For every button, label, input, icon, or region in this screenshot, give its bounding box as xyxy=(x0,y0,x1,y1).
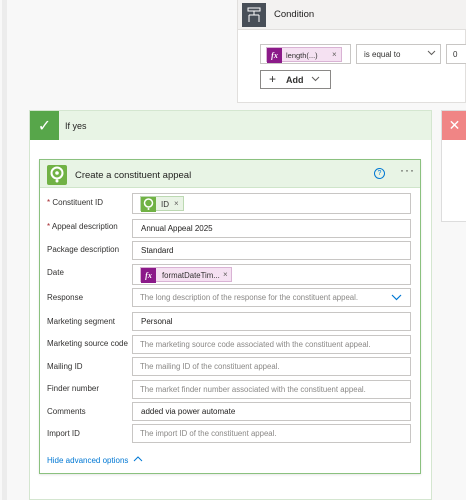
chevron-down-icon xyxy=(311,73,320,87)
token-label: formatDateTim... xyxy=(162,271,220,280)
action-header[interactable]: Create a constituent appeal ? ··· xyxy=(40,160,420,188)
link-label: Hide advanced options xyxy=(47,456,129,465)
condition-card: Condition fx length(...) × is equal to 0… xyxy=(237,0,466,103)
condition-icon xyxy=(242,3,266,27)
label-text: Appeal description xyxy=(51,222,118,231)
left-connector-line xyxy=(2,0,7,500)
appeal-description-field[interactable]: Annual Appeal 2025 xyxy=(132,219,411,238)
required-marker: * xyxy=(47,222,51,231)
field-placeholder: The marketing source code associated wit… xyxy=(140,340,371,349)
response-label: Response xyxy=(47,293,84,302)
condition-header[interactable]: Condition xyxy=(238,0,466,30)
expression-token[interactable]: fx length(...) × xyxy=(266,47,342,63)
comments-label: Comments xyxy=(47,407,86,416)
hide-advanced-options-link[interactable]: Hide advanced options xyxy=(47,455,143,465)
check-icon: ✓ xyxy=(30,111,59,140)
more-options-icon[interactable]: ··· xyxy=(400,163,415,177)
package-description-label: Package description xyxy=(47,245,120,254)
if-no-branch: ✕ xyxy=(441,110,466,222)
import-id-label: Import ID xyxy=(47,429,80,438)
chevron-down-icon xyxy=(391,293,402,304)
import-id-field[interactable]: The import ID of the constituent appeal. xyxy=(132,424,411,443)
comments-field[interactable]: added via power automate xyxy=(132,402,411,421)
marketing-segment-label: Marketing segment xyxy=(47,317,116,326)
field-value: Personal xyxy=(141,317,173,326)
label-text: Constituent ID xyxy=(52,198,104,207)
mailing-id-field[interactable]: The mailing ID of the constituent appeal… xyxy=(132,357,411,376)
finder-number-field[interactable]: The market finder number associated with… xyxy=(132,380,411,399)
blackbaud-token-icon xyxy=(141,197,156,212)
required-marker: * xyxy=(47,198,51,207)
finder-number-label: Finder number xyxy=(47,384,100,393)
blackbaud-connector-icon xyxy=(47,165,67,185)
field-placeholder: The long description of the response for… xyxy=(140,293,359,302)
chevron-down-icon xyxy=(427,48,436,59)
create-constituent-appeal-card: Create a constituent appeal ? ··· * Cons… xyxy=(39,159,421,474)
condition-left-operand[interactable]: fx length(...) × xyxy=(260,44,351,64)
operator-dropdown[interactable]: is equal to xyxy=(356,44,441,64)
help-icon[interactable]: ? xyxy=(374,168,385,179)
chevron-up-icon xyxy=(133,456,142,462)
condition-title: Condition xyxy=(274,9,315,20)
marketing-segment-field[interactable]: Personal xyxy=(132,312,411,331)
date-field[interactable]: fx formatDateTim... × xyxy=(132,264,411,285)
token-label: ID xyxy=(161,200,169,209)
token-remove-icon[interactable]: × xyxy=(223,270,228,279)
add-button[interactable]: + Add xyxy=(260,70,331,89)
constituent-id-label: * Constituent ID xyxy=(47,198,103,207)
date-label: Date xyxy=(47,268,64,277)
condition-right-operand[interactable]: 0 xyxy=(446,44,466,64)
operand-value: 0 xyxy=(453,50,458,59)
field-value: Annual Appeal 2025 xyxy=(141,224,213,233)
field-placeholder: The market finder number associated with… xyxy=(140,385,366,394)
action-title: Create a constituent appeal xyxy=(75,170,192,181)
token-remove-icon[interactable]: × xyxy=(174,199,179,208)
response-dropdown[interactable]: The long description of the response for… xyxy=(132,288,411,307)
appeal-description-label: * Appeal description xyxy=(47,222,118,231)
add-label: Add xyxy=(286,75,304,85)
id-token[interactable]: ID × xyxy=(140,196,184,212)
marketing-source-code-field[interactable]: The marketing source code associated wit… xyxy=(132,335,411,354)
fx-icon: fx xyxy=(267,48,282,63)
field-value: added via power automate xyxy=(141,407,236,416)
field-value: Standard xyxy=(141,246,174,255)
field-placeholder: The import ID of the constituent appeal. xyxy=(140,429,277,438)
constituent-id-field[interactable]: ID × xyxy=(132,193,411,214)
token-remove-icon[interactable]: × xyxy=(332,50,337,59)
marketing-source-code-label: Marketing source code xyxy=(47,339,128,348)
operator-value: is equal to xyxy=(364,50,401,59)
expression-token[interactable]: fx formatDateTim... × xyxy=(140,267,232,283)
token-label: length(...) xyxy=(286,51,318,60)
fx-icon: fx xyxy=(141,268,156,283)
package-description-field[interactable]: Standard xyxy=(132,241,411,260)
plus-icon: + xyxy=(269,72,277,86)
close-icon[interactable]: ✕ xyxy=(442,111,466,140)
if-yes-title: If yes xyxy=(65,121,87,131)
field-placeholder: The mailing ID of the constituent appeal… xyxy=(140,362,280,371)
if-yes-header[interactable]: ✓ If yes xyxy=(30,111,431,140)
mailing-id-label: Mailing ID xyxy=(47,362,83,371)
